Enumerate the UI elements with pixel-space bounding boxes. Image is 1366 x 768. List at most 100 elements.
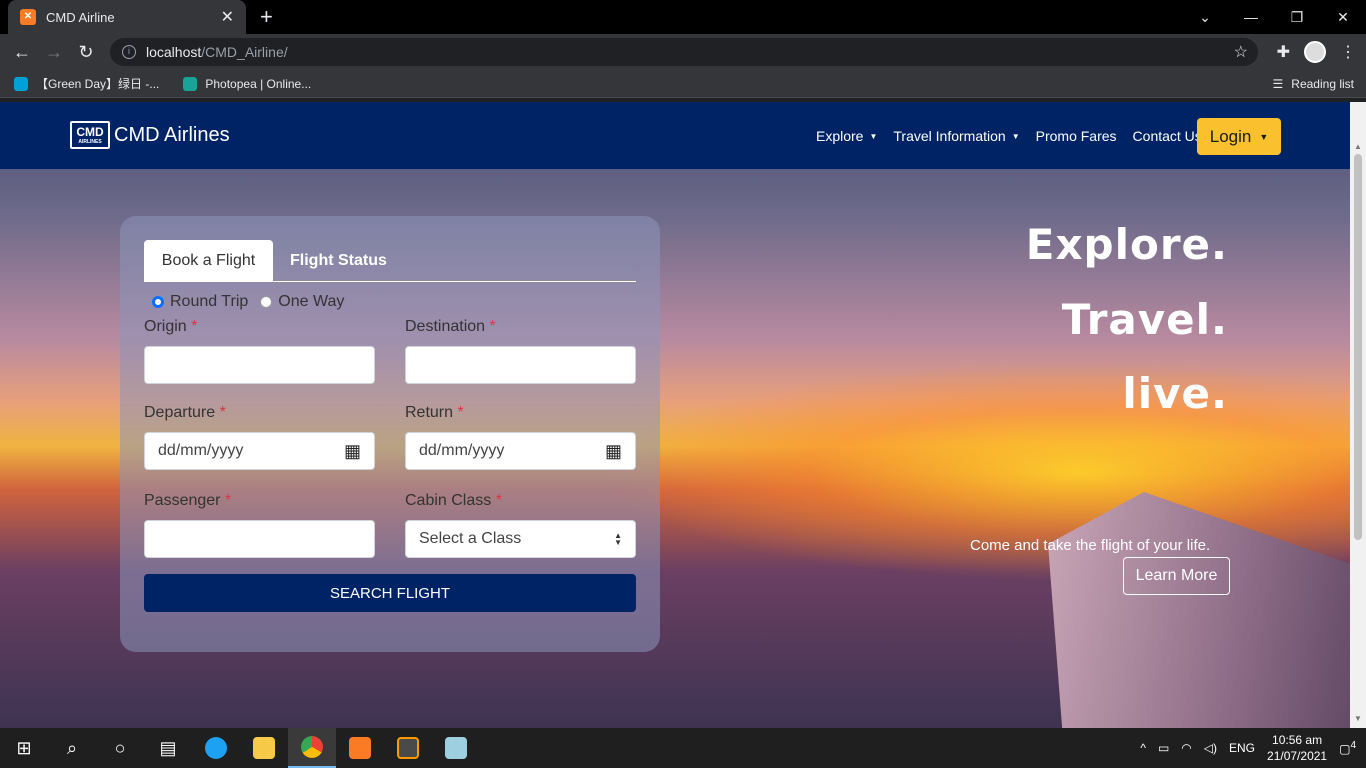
bookmark-star-icon[interactable]: ☆ bbox=[1234, 42, 1248, 62]
task-view-icon[interactable]: ▤ bbox=[144, 728, 192, 768]
sublime-text-icon[interactable] bbox=[384, 728, 432, 768]
departure-label: Departure * bbox=[144, 404, 226, 422]
notifications-icon[interactable]: ▢4 bbox=[1339, 740, 1356, 756]
departure-placeholder: dd/mm/yyyy bbox=[158, 442, 244, 459]
required-mark: * bbox=[191, 318, 198, 335]
site-info-icon[interactable]: i bbox=[122, 45, 136, 59]
browser-menu-icon[interactable]: ⋮ bbox=[1340, 42, 1356, 62]
round-trip-radio[interactable] bbox=[152, 296, 164, 308]
battery-icon[interactable]: ▭ bbox=[1158, 741, 1169, 755]
file-explorer-icon[interactable] bbox=[240, 728, 288, 768]
app-icon[interactable] bbox=[432, 728, 480, 768]
restore-icon[interactable]: ❐ bbox=[1274, 9, 1320, 26]
nav-contact-us[interactable]: Contact Us bbox=[1133, 128, 1202, 144]
reading-list-icon: ☰ bbox=[1272, 76, 1284, 91]
booking-tabs: Book a Flight Flight Status bbox=[144, 240, 636, 282]
url-host: localhost bbox=[146, 44, 202, 60]
scroll-down-icon[interactable]: ▼ bbox=[1354, 714, 1362, 723]
hero-line-travel: Travel. bbox=[1061, 295, 1228, 344]
caret-down-icon: ▼ bbox=[1011, 132, 1020, 142]
forward-icon[interactable]: → bbox=[38, 42, 70, 63]
close-window-icon[interactable]: ✕ bbox=[1320, 9, 1366, 26]
departure-date-input[interactable]: dd/mm/yyyy ▦ bbox=[144, 432, 375, 470]
bookmarks-bar: 【Green Day】绿日 -... Photopea | Online... … bbox=[0, 70, 1366, 98]
calendar-icon[interactable]: ▦ bbox=[344, 441, 361, 462]
scrollbar-thumb[interactable] bbox=[1354, 154, 1362, 540]
close-tab-icon[interactable]: ✕ bbox=[221, 7, 234, 27]
back-icon[interactable]: ← bbox=[6, 42, 38, 63]
search-flight-button[interactable]: SEARCH FLIGHT bbox=[144, 574, 636, 612]
brand-name: CMD Airlines bbox=[114, 123, 230, 146]
logo-subtext: AIRLINES bbox=[78, 139, 102, 145]
minimize-icon[interactable]: — bbox=[1228, 9, 1274, 25]
window-controls: ⌄ — ❐ ✕ bbox=[1182, 0, 1366, 34]
browser-tab-strip: ✕ CMD Airline ✕ + ⌄ — ❐ ✕ bbox=[0, 0, 1366, 34]
search-icon[interactable]: ⌕ bbox=[48, 728, 96, 768]
return-placeholder: dd/mm/yyyy bbox=[419, 442, 505, 459]
extensions-icon[interactable]: ✚ bbox=[1277, 42, 1290, 62]
profile-avatar[interactable] bbox=[1304, 41, 1326, 63]
cabin-label-text: Cabin Class bbox=[405, 492, 492, 509]
select-arrows-icon: ▲ ▼ bbox=[614, 531, 622, 547]
cabin-class-select[interactable]: Select a Class ▲ ▼ bbox=[405, 520, 636, 558]
browser-toolbar: ← → ↻ i localhost/CMD_Airline/ ☆ ✚ ⋮ bbox=[0, 34, 1366, 70]
login-label: Login bbox=[1209, 126, 1252, 146]
nav-promo-fares[interactable]: Promo Fares bbox=[1036, 128, 1117, 144]
nav-travel-information[interactable]: Travel Information ▼ bbox=[893, 128, 1019, 144]
tab-flight-status[interactable]: Flight Status bbox=[290, 252, 387, 270]
brand-link[interactable]: CMD AIRLINES CMD Airlines bbox=[70, 121, 230, 149]
calendar-icon[interactable]: ▦ bbox=[605, 441, 622, 462]
clock[interactable]: 10:56 am 21/07/2021 bbox=[1267, 732, 1327, 764]
page-scrollbar[interactable]: ▲ ▼ bbox=[1350, 102, 1366, 728]
site-navbar: CMD AIRLINES CMD Airlines Explore ▼ Trave… bbox=[0, 102, 1350, 169]
caret-down-icon: ▼ bbox=[1259, 131, 1269, 142]
trip-type-group: Round Trip One Way bbox=[152, 293, 344, 311]
origin-label-text: Origin bbox=[144, 318, 187, 335]
volume-icon[interactable]: ◁) bbox=[1204, 741, 1217, 755]
chrome-icon[interactable] bbox=[288, 728, 336, 768]
origin-label: Origin * bbox=[144, 318, 197, 336]
xampp-icon[interactable] bbox=[336, 728, 384, 768]
tab-search-icon[interactable]: ⌄ bbox=[1182, 9, 1228, 26]
new-tab-icon[interactable]: + bbox=[260, 4, 273, 30]
return-label-text: Return bbox=[405, 404, 454, 421]
return-date-input[interactable]: dd/mm/yyyy ▦ bbox=[405, 432, 636, 470]
reading-list-label: Reading list bbox=[1291, 76, 1354, 91]
logo-text: CMD bbox=[76, 125, 104, 139]
toolbar-actions: ✚ ⋮ bbox=[1277, 34, 1356, 70]
nav-travel-label: Travel Information bbox=[893, 127, 1006, 144]
brand-logo: CMD AIRLINES bbox=[70, 121, 110, 149]
url-path: /CMD_Airline/ bbox=[201, 44, 288, 60]
departure-label-text: Departure bbox=[144, 404, 216, 421]
address-bar[interactable]: i localhost/CMD_Airline/ ☆ bbox=[110, 38, 1258, 66]
nav-explore[interactable]: Explore ▼ bbox=[816, 128, 877, 144]
reload-icon[interactable]: ↻ bbox=[70, 42, 102, 63]
reading-list-button[interactable]: ☰ Reading list bbox=[1273, 77, 1354, 91]
passenger-input[interactable] bbox=[144, 520, 375, 558]
wifi-icon[interactable]: ◠ bbox=[1181, 741, 1191, 755]
hero-line-explore: Explore. bbox=[1025, 220, 1228, 269]
bookmark-photopea[interactable]: Photopea | Online... bbox=[183, 76, 311, 91]
destination-label: Destination * bbox=[405, 318, 496, 336]
language-indicator[interactable]: ENG bbox=[1229, 741, 1255, 755]
nav-menu: Explore ▼ Travel Information ▼ Promo Fares… bbox=[816, 102, 1202, 169]
browser-tab[interactable]: ✕ CMD Airline ✕ bbox=[8, 0, 246, 34]
scroll-up-icon[interactable]: ▲ bbox=[1354, 142, 1362, 151]
login-button[interactable]: Login ▼ bbox=[1197, 118, 1281, 155]
learn-more-button[interactable]: Learn More bbox=[1123, 557, 1230, 595]
bookmark-label: 【Green Day】绿日 -... bbox=[36, 77, 160, 91]
photopea-icon bbox=[183, 76, 198, 91]
xampp-favicon-icon: ✕ bbox=[20, 9, 36, 25]
bookmark-green-day[interactable]: 【Green Day】绿日 -... bbox=[14, 75, 159, 92]
tray-chevron-icon[interactable]: ^ bbox=[1140, 741, 1146, 755]
cabin-class-label: Cabin Class * bbox=[405, 492, 502, 510]
origin-input[interactable] bbox=[144, 346, 375, 384]
edge-icon[interactable] bbox=[192, 728, 240, 768]
windows-start-icon[interactable]: ⊞ bbox=[0, 728, 48, 768]
cortana-icon[interactable]: ○ bbox=[96, 728, 144, 768]
destination-input[interactable] bbox=[405, 346, 636, 384]
required-mark: * bbox=[457, 404, 464, 421]
hero-tagline: Come and take the flight of your life. bbox=[970, 537, 1211, 554]
tab-book-a-flight[interactable]: Book a Flight bbox=[144, 240, 273, 282]
one-way-radio[interactable] bbox=[260, 296, 273, 308]
